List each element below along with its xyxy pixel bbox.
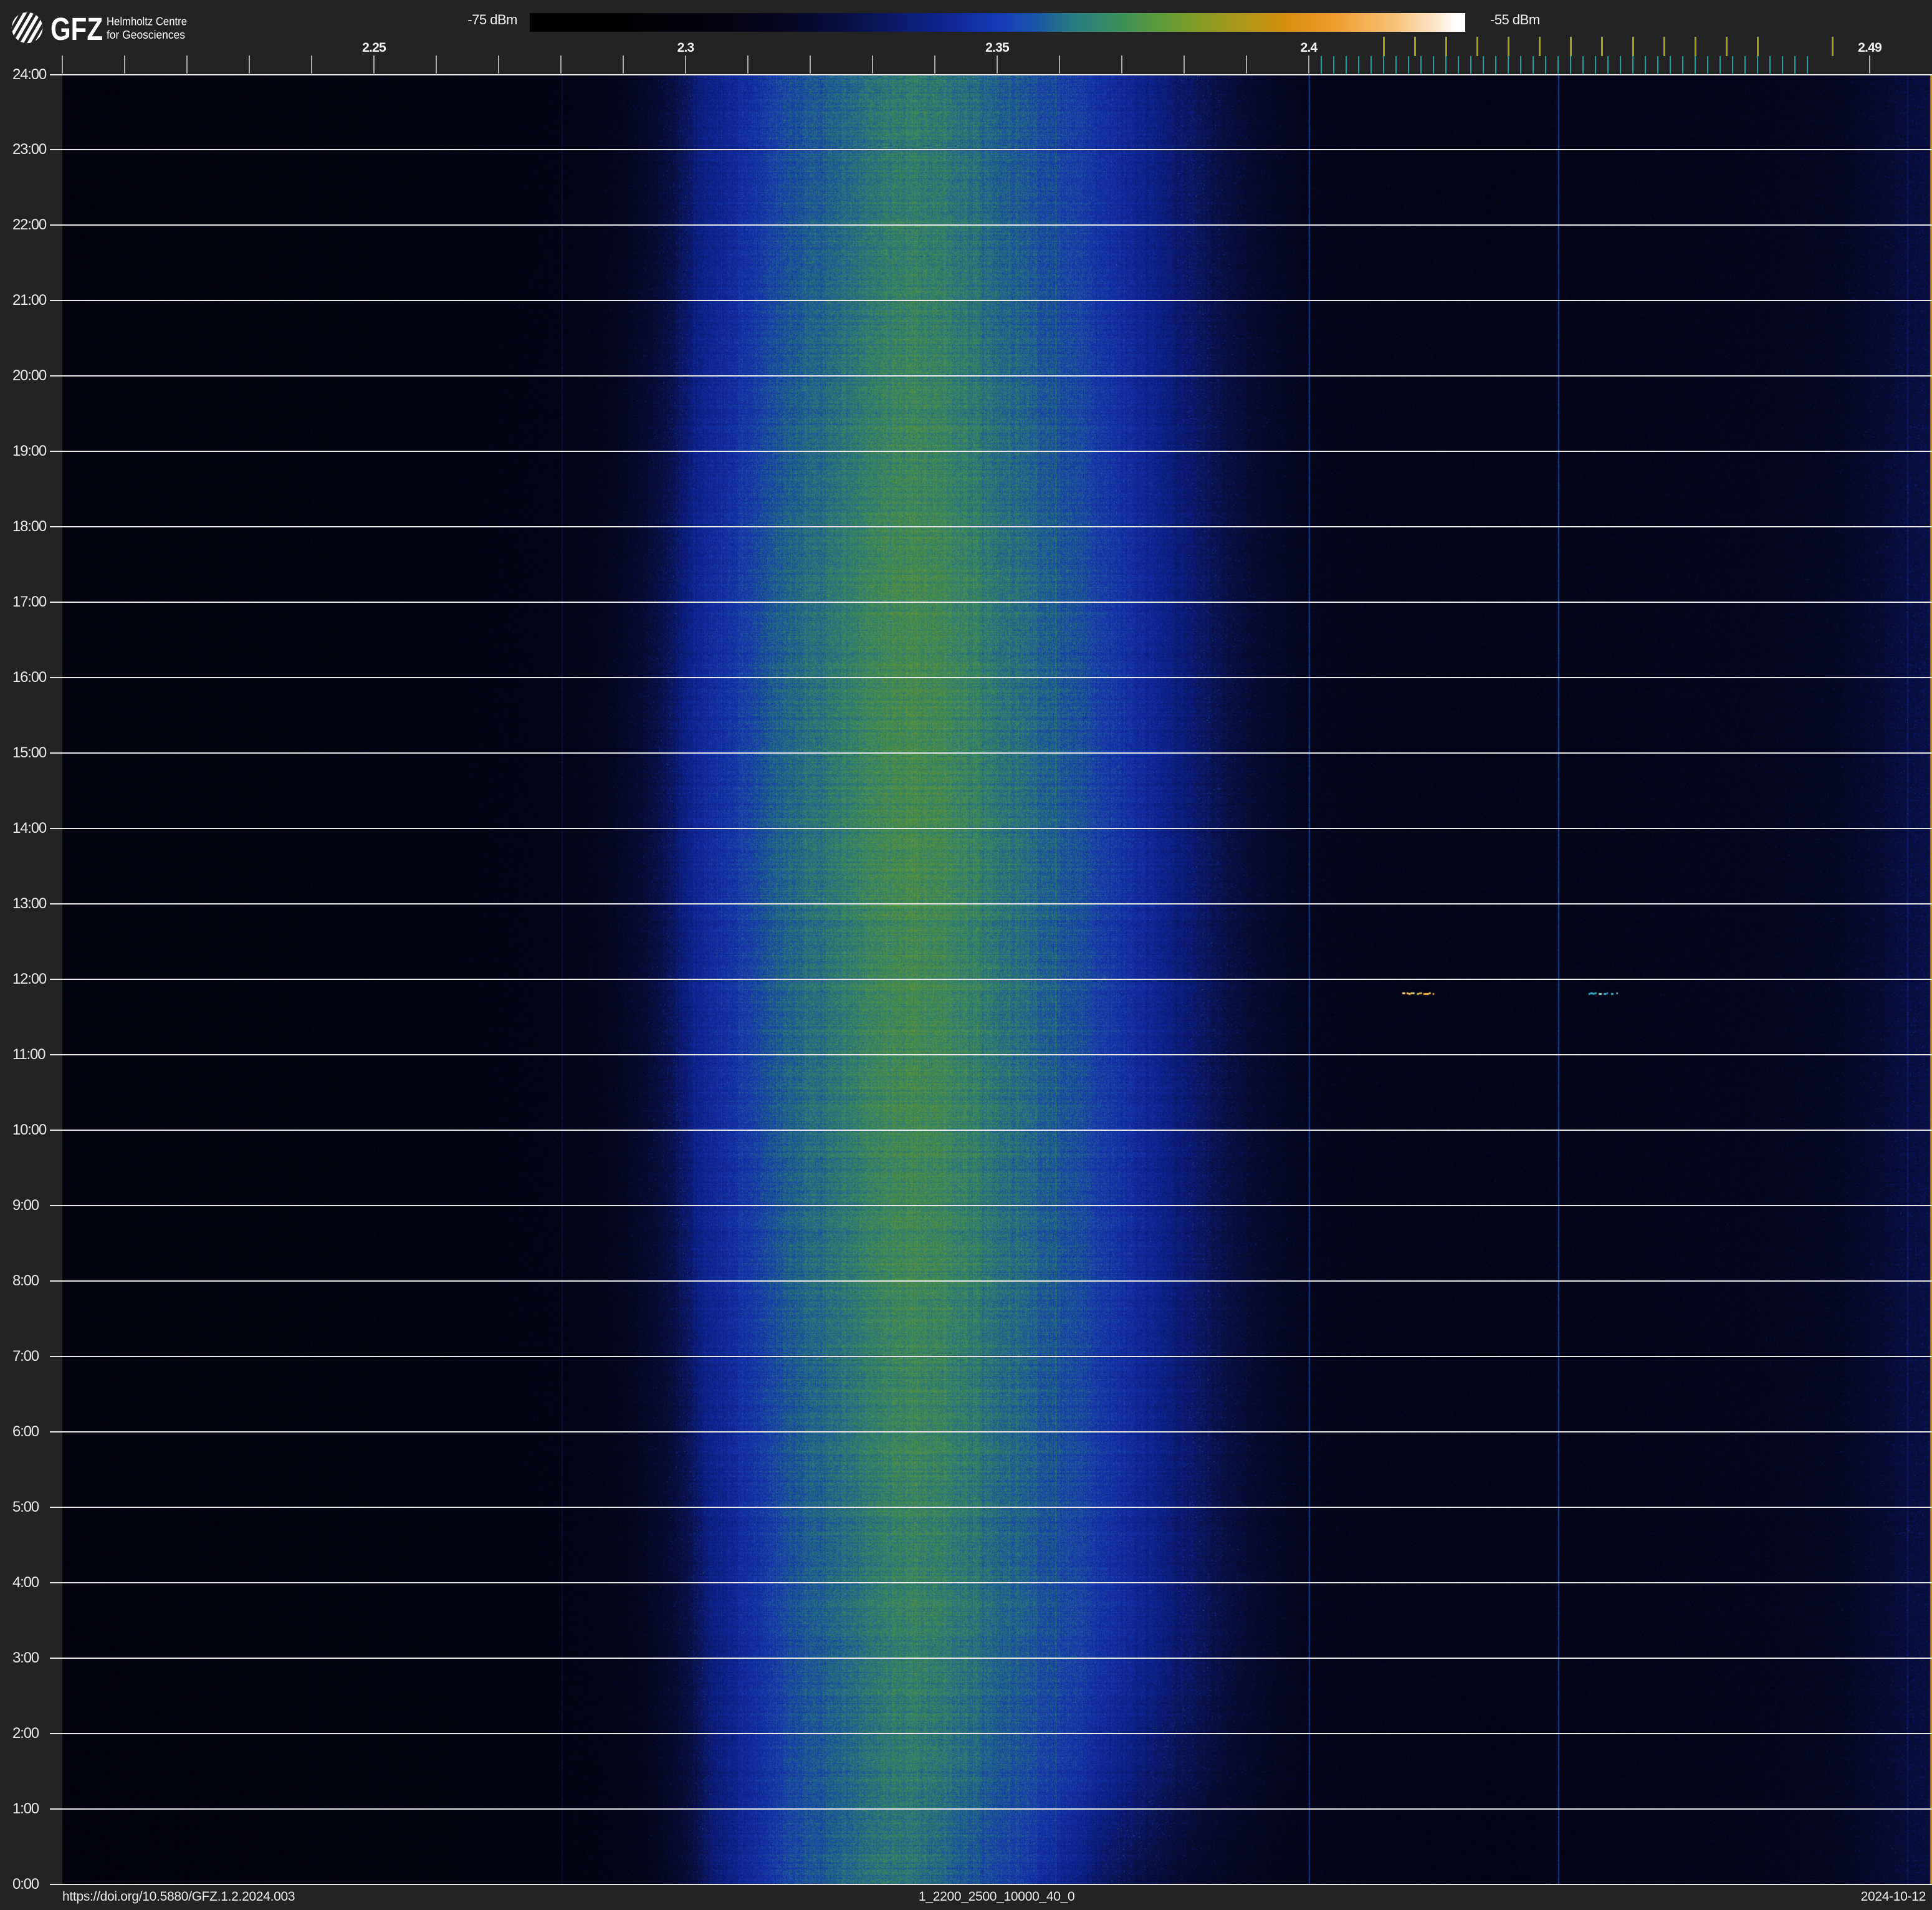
- svg-text:for Geosciences: for Geosciences: [107, 29, 185, 41]
- svg-text:GFZ: GFZ: [50, 11, 103, 47]
- svg-text:Helmholtz Centre: Helmholtz Centre: [107, 16, 187, 28]
